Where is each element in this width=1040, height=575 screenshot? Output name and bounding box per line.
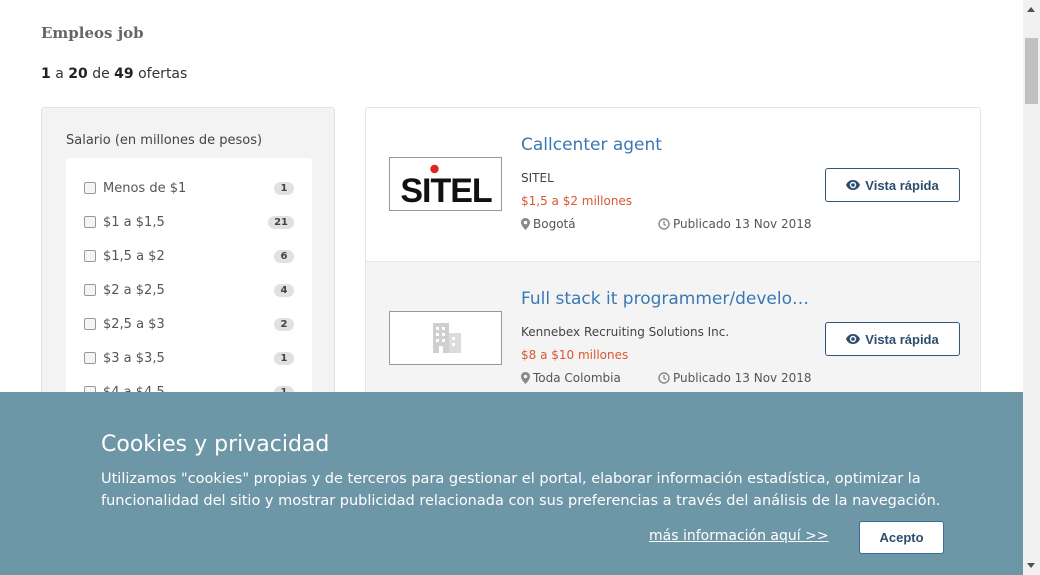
filter-option-label: Menos de $1 [103, 180, 187, 196]
page-title: Empleos job [41, 24, 144, 42]
scroll-up-arrow-icon[interactable] [1027, 7, 1035, 12]
quick-view-button[interactable]: Vista rápida [825, 322, 960, 356]
eye-icon [846, 180, 861, 190]
results-sep: a [55, 66, 64, 82]
company-logo[interactable] [389, 311, 502, 365]
scroll-down-arrow-icon[interactable] [1027, 563, 1035, 568]
checkbox[interactable] [84, 318, 96, 330]
results-suffix: ofertas [138, 66, 188, 82]
job-title-link[interactable]: Callcenter agent [521, 135, 662, 155]
filter-count-badge: 1 [274, 181, 294, 195]
checkbox[interactable] [84, 182, 96, 194]
quick-view-button[interactable]: Vista rápida [825, 168, 960, 202]
map-marker-icon [521, 218, 530, 230]
sitel-logo-text: SITEL [400, 172, 492, 206]
results-from: 1 [41, 66, 51, 82]
published-date: Publicado 13 Nov 2018 [658, 217, 812, 231]
checkbox[interactable] [84, 284, 96, 296]
cookie-banner: Cookies y privacidad Utilizamos "cookies… [0, 392, 1023, 575]
salary: $8 a $10 millones [521, 348, 629, 362]
checkbox[interactable] [84, 216, 96, 228]
location: Bogotá [521, 217, 576, 231]
job-title-link[interactable]: Full stack it programmer/develo… [521, 289, 809, 309]
salary-filter-title: Salario (en millones de pesos) [66, 133, 263, 148]
company-logo[interactable]: SITEL [389, 157, 502, 211]
cookie-title: Cookies y privacidad [101, 432, 330, 457]
scrollbar-thumb[interactable] [1025, 38, 1038, 104]
published-text: Publicado 13 Nov 2018 [673, 217, 812, 231]
salary: $1,5 a $2 millones [521, 194, 633, 208]
filter-option[interactable]: Menos de $1 1 [84, 178, 294, 198]
checkbox[interactable] [84, 352, 96, 364]
sitel-logo: SITEL [400, 164, 492, 206]
location-text: Toda Colombia [533, 371, 621, 385]
filter-option[interactable]: $3 a $3,5 1 [84, 348, 294, 368]
filter-count-badge: 2 [274, 317, 294, 331]
eye-icon [846, 334, 861, 344]
checkbox[interactable] [84, 250, 96, 262]
accept-button[interactable]: Acepto [859, 521, 944, 554]
job-card[interactable]: SITEL Callcenter agent SITEL $1,5 a $2 m… [366, 108, 980, 261]
quick-view-label: Vista rápida [865, 177, 939, 193]
quick-view-label: Vista rápida [865, 331, 939, 347]
more-info-link[interactable]: más información aquí >> [649, 528, 829, 544]
company-name: Kennebex Recruiting Solutions Inc. [521, 325, 730, 339]
results-total: 49 [114, 66, 134, 82]
filter-option-label: $2,5 a $3 [103, 316, 165, 332]
results-to: 20 [68, 66, 88, 82]
filter-option[interactable]: $1,5 a $2 6 [84, 246, 294, 266]
clock-icon [658, 218, 670, 230]
filter-option-label: $2 a $2,5 [103, 282, 165, 298]
filter-option[interactable]: $2 a $2,5 4 [84, 280, 294, 300]
building-icon [432, 323, 461, 353]
company-name: SITEL [521, 171, 554, 185]
results-sep: de [92, 66, 110, 82]
location-text: Bogotá [533, 217, 576, 231]
results-count: 1 a 20 de 49 ofertas [41, 66, 187, 82]
filter-option-label: $3 a $3,5 [103, 350, 165, 366]
cookie-text: Utilizamos "cookies" propias y de tercer… [101, 471, 941, 509]
filter-option-label: $1,5 a $2 [103, 248, 165, 264]
published-date: Publicado 13 Nov 2018 [658, 371, 812, 385]
filter-count-badge: 6 [274, 249, 294, 263]
filter-count-badge: 1 [274, 351, 294, 365]
filter-option[interactable]: $1 a $1,5 21 [84, 212, 294, 232]
map-marker-icon [521, 372, 530, 384]
filter-count-badge: 4 [274, 283, 294, 297]
clock-icon [658, 372, 670, 384]
location: Toda Colombia [521, 371, 621, 385]
scrollbar[interactable] [1023, 0, 1040, 575]
filter-option[interactable]: $2,5 a $3 2 [84, 314, 294, 334]
filter-count-badge: 21 [268, 215, 294, 229]
filter-option-label: $1 a $1,5 [103, 214, 165, 230]
published-text: Publicado 13 Nov 2018 [673, 371, 812, 385]
